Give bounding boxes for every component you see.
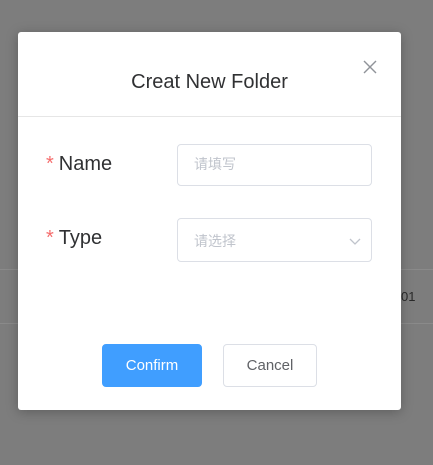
type-select[interactable]: 请选择 xyxy=(177,218,372,262)
create-folder-dialog: Creat New Folder *Name *Type 请选择 Confirm… xyxy=(18,32,401,410)
confirm-button[interactable]: Confirm xyxy=(102,344,202,387)
type-label: * Type xyxy=(46,227,102,250)
type-label-text: Type xyxy=(58,227,103,249)
name-label: * Name xyxy=(46,153,112,176)
dialog-title: Creat New Folder xyxy=(131,71,288,93)
background-cell-text: 01 xyxy=(401,289,416,304)
chevron-down-icon xyxy=(349,238,361,245)
required-asterisk: * xyxy=(46,153,54,175)
dialog-header: Creat New Folder xyxy=(18,32,401,117)
type-select-placeholder: 请选择 xyxy=(194,234,236,250)
name-input[interactable] xyxy=(177,144,372,186)
required-asterisk: * xyxy=(46,227,54,249)
close-icon[interactable] xyxy=(361,58,379,76)
cancel-button[interactable]: Cancel xyxy=(223,344,317,387)
name-label-text: Name xyxy=(58,153,113,175)
